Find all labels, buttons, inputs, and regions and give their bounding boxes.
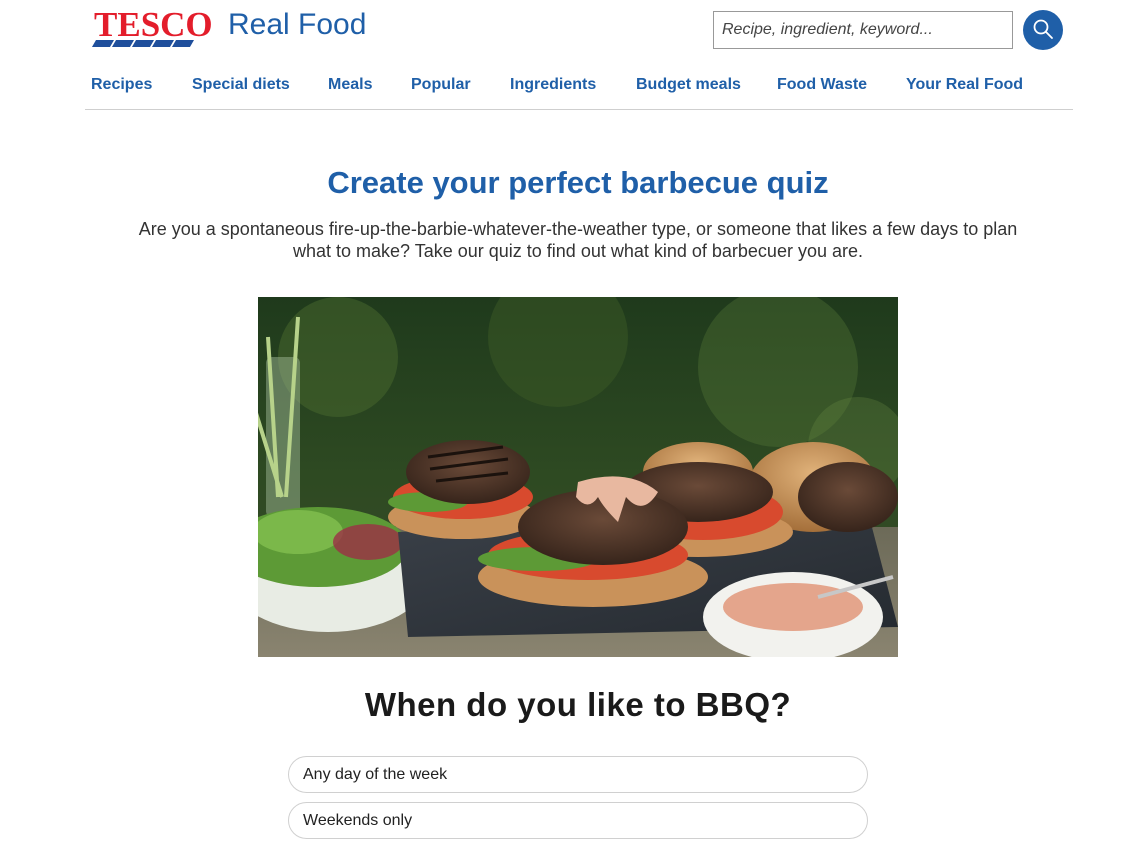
option-label: Any day of the week [303, 765, 448, 783]
quiz-question: When do you like to BBQ? [364, 686, 792, 723]
nav-item-budget-meals[interactable]: Budget meals [636, 76, 741, 94]
tesco-logo: TESCO [91, 5, 218, 48]
burgers-photo [258, 297, 898, 657]
tesco-real-food-logo[interactable]: TESCO Real Food [91, 5, 367, 50]
logo-stripes [91, 40, 195, 47]
quiz-option-weekends[interactable]: Weekends only [288, 802, 868, 839]
main-nav: Recipes Special diets Meals Popular Ingr… [85, 72, 1073, 110]
search-input[interactable] [713, 11, 1013, 49]
hero-image [258, 297, 898, 657]
search-icon [1032, 18, 1054, 43]
quiz-option-any-day[interactable]: Any day of the week [288, 756, 868, 793]
nav-item-ingredients[interactable]: Ingredients [510, 76, 596, 94]
nav-item-your-real-food[interactable]: Your Real Food [906, 76, 1023, 94]
nav-item-recipes[interactable]: Recipes [91, 76, 152, 94]
logo-real-food-text: Real Food [228, 8, 367, 41]
quiz-intro: Are you a spontaneous fire-up-the-barbie… [138, 219, 1018, 261]
page-title: Create your perfect barbecue quiz [327, 165, 829, 200]
nav-item-food-waste[interactable]: Food Waste [777, 76, 867, 94]
nav-item-special-diets[interactable]: Special diets [192, 76, 290, 94]
nav-item-popular[interactable]: Popular [411, 76, 471, 94]
site-header: TESCO Real Food Recipes Special diets Me… [0, 0, 1142, 110]
option-label: Weekends only [303, 811, 413, 829]
search-button[interactable] [1023, 10, 1063, 50]
nav-item-meals[interactable]: Meals [328, 76, 372, 94]
logo-brand-text: TESCO [94, 5, 213, 44]
